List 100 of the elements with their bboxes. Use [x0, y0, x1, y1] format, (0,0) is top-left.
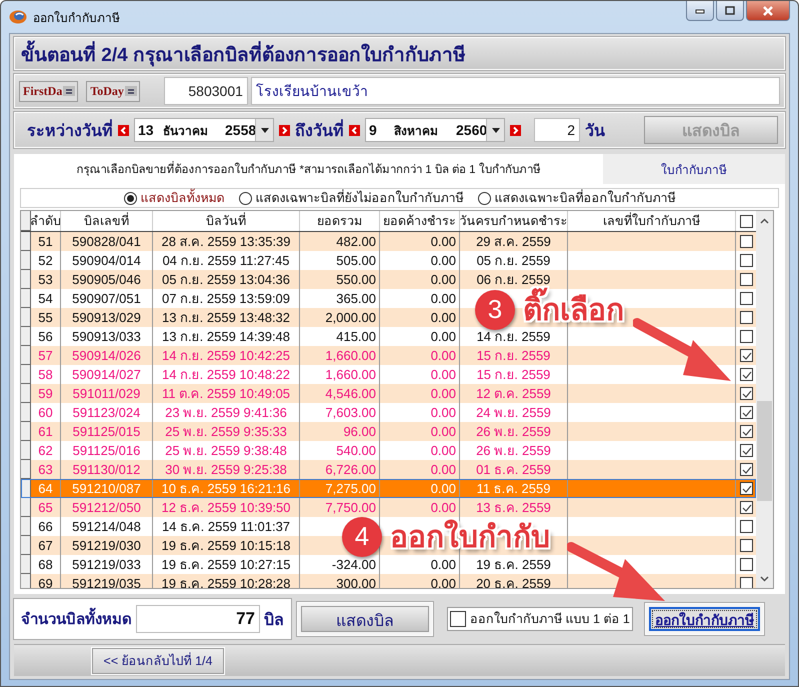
table-cell: 0.00 — [430, 405, 456, 420]
row-checkbox[interactable] — [740, 539, 752, 552]
table-cell-text: 23 พ.ย. 2559 9:41:36 — [165, 404, 287, 422]
row-checkbox[interactable] — [740, 235, 752, 248]
table-cell: 590904/014 — [72, 253, 141, 268]
table-row[interactable]: 68 591219/033 19 ธ.ค. 2559 10:27:15 -324.00 0.00 19 ธ.ค. 2559 — [21, 555, 756, 574]
row-header — [21, 574, 31, 588]
table-cell-text: 14 ธ.ค. 2559 11:01:37 — [162, 518, 290, 536]
row-header — [21, 384, 31, 403]
table-cell: 61 — [38, 424, 53, 439]
scroll-down-icon[interactable] — [760, 576, 769, 582]
table-cell: 7,275.00 — [325, 481, 376, 496]
row-checkbox[interactable] — [740, 577, 752, 588]
row-checkbox[interactable] — [740, 482, 752, 495]
back-button[interactable]: << ย้อนกลับไปที่ 1/4 — [92, 648, 224, 674]
from-date-dropdown[interactable]: 13 ธันวาคม 2558 — [134, 118, 274, 142]
table-row[interactable]: 53 590905/046 05 ก.ย. 2559 13:04:36 550.00 0.00 06 ก.ย. 2559 — [21, 270, 756, 289]
row-checkbox[interactable] — [740, 292, 752, 305]
row-checkbox[interactable] — [740, 311, 752, 324]
row-checkbox[interactable] — [740, 444, 752, 457]
table-cell: 7,603.00 — [325, 405, 376, 420]
row-checkbox[interactable] — [740, 254, 752, 267]
table-cell-text: 15 ก.ย. 2559 — [476, 347, 550, 365]
tab[interactable]: ใบกำกับภาษี — [603, 154, 785, 184]
previous-arrow-icon[interactable] — [118, 124, 129, 136]
row-header — [21, 211, 31, 231]
table-cell: 55 — [38, 310, 53, 325]
table-cell-text: 07 ก.ย. 2559 13:59:09 — [162, 290, 290, 308]
table-cell: 591123/024 — [72, 405, 140, 420]
filter-radio[interactable]: แสดงเฉพาะบิลที่ยังไม่ออกใบกำกับภาษี — [238, 188, 464, 208]
customer-name-field[interactable]: โรงเรียนบ้านเขว้า — [250, 77, 780, 105]
filter-radio[interactable]: แสดงเฉพาะบิลที่ออกใบกำกับภาษี — [478, 188, 676, 208]
next-arrow-icon[interactable] — [279, 124, 290, 136]
table-cell: 58 — [38, 367, 53, 382]
to-date-dropdown[interactable]: 9 สิงหาคม 2560 — [365, 118, 505, 142]
table-cell: 591212/050 — [72, 500, 141, 515]
table-cell: 0.00 — [430, 329, 456, 344]
table-cell: 590914/026 — [72, 348, 141, 363]
filter-radio[interactable]: แสดงบิลทั้งหมด — [124, 188, 224, 208]
date-shortcut-button[interactable]: FirstDa — [19, 80, 78, 102]
table-row[interactable]: 56 590913/033 13 ก.ย. 2559 14:39:48 415.00 0.00 14 ก.ย. 2559 — [21, 327, 756, 346]
minimize-button[interactable] — [686, 1, 714, 21]
table-row[interactable]: 52 590904/014 04 ก.ย. 2559 11:27:45 505.00 0.00 05 ก.ย. 2559 — [21, 251, 756, 270]
table-cell: 591130/012 — [72, 462, 140, 477]
table-cell-text: 19 ธ.ค. 2559 — [476, 556, 551, 574]
customer-code-field[interactable]: 5803001 — [164, 77, 248, 105]
row-checkbox[interactable] — [740, 463, 752, 476]
one-to-one-option[interactable]: ออกใบกำกับภาษี แบบ 1 ต่อ 1 — [447, 607, 633, 631]
table-cell: 2,000.00 — [325, 310, 376, 325]
table-cell-text: 15 ก.ย. 2559 — [476, 366, 550, 384]
table-cell-text: 25 พ.ย. 2559 9:35:33 — [165, 423, 287, 441]
equals-icon — [124, 86, 137, 96]
table-cell: 66 — [38, 519, 53, 534]
table-cell: 53 — [38, 272, 53, 287]
row-header — [21, 536, 31, 555]
table-cell: 591219/033 — [72, 557, 141, 572]
issue-tax-invoice-button[interactable]: ออกใบกำกับภาษี — [648, 607, 760, 631]
row-checkbox[interactable] — [740, 349, 752, 362]
table-cell: 67 — [38, 538, 53, 553]
scrollbar-thumb[interactable] — [757, 401, 772, 501]
row-checkbox[interactable] — [740, 387, 752, 400]
table-cell: 63 — [38, 462, 53, 477]
table-cell: 0.00 — [430, 367, 456, 382]
minimize-icon — [695, 8, 705, 14]
table-row[interactable]: 58 590914/027 14 ก.ย. 2559 10:48:22 1,660.00 0.00 15 ก.ย. 2559 — [21, 365, 756, 384]
previous-arrow-icon[interactable] — [349, 124, 360, 136]
row-checkbox[interactable] — [740, 406, 752, 419]
table-cell: 591214/048 — [72, 519, 141, 534]
row-checkbox[interactable] — [740, 501, 752, 514]
table-cell: 7,750.00 — [325, 500, 376, 515]
days-field[interactable]: 2 — [534, 118, 580, 142]
table-row[interactable]: 51 590828/041 28 ส.ค. 2559 13:35:39 482.00 0.00 29 ส.ค. 2559 — [21, 232, 756, 251]
next-arrow-icon[interactable] — [510, 124, 521, 136]
select-all-checkbox[interactable] — [740, 214, 752, 228]
scroll-up-icon[interactable] — [760, 218, 769, 224]
row-checkbox[interactable] — [740, 425, 752, 438]
show-bills-button[interactable]: แสดงบิล — [301, 606, 429, 632]
close-button[interactable] — [746, 1, 790, 21]
row-checkbox[interactable] — [740, 368, 752, 381]
maximize-button[interactable] — [716, 1, 744, 21]
row-checkbox[interactable] — [740, 520, 752, 533]
table-cell: 56 — [38, 329, 53, 344]
row-checkbox[interactable] — [740, 558, 752, 571]
table-cell: 0.00 — [430, 500, 456, 515]
table-cell: 590907/051 — [72, 291, 141, 306]
date-shortcut-button[interactable]: ToDay — [86, 80, 140, 102]
table-cell-text: 26 พ.ย. 2559 — [476, 442, 551, 460]
tab[interactable]: กรุณาเลือกบิลขายที่ต้องการออกใบกำกับภาษี *สามารถเลือกได้มากกว่า 1 บิล ต่อ 1 ใบกำกับภาษี — [14, 154, 604, 184]
checkbox[interactable] — [450, 611, 466, 627]
table-cell-text: 04 ก.ย. 2559 11:27:45 — [162, 252, 290, 270]
vertical-scrollbar[interactable] — [756, 211, 773, 588]
row-checkbox[interactable] — [740, 330, 752, 343]
table-cell: 590914/027 — [72, 367, 141, 382]
table-row[interactable]: 60 591123/024 23 พ.ย. 2559 9:41:36 7,603.00 0.00 24 พ.ย. 2559 — [21, 403, 756, 422]
table-cell: 591219/030 — [72, 538, 141, 553]
table-row[interactable]: 62 591125/016 25 พ.ย. 2559 9:38:48 540.00 0.00 26 พ.ย. 2559 — [21, 441, 756, 460]
row-checkbox[interactable] — [740, 273, 752, 286]
table-cell-text: 11 ธ.ค. 2559 — [476, 480, 550, 498]
table-row[interactable]: 69 591219/035 19 ธ.ค. 2559 10:28:28 300.00 0.00 20 ธ.ค. 2559 — [21, 574, 756, 588]
equals-icon — [63, 86, 76, 96]
